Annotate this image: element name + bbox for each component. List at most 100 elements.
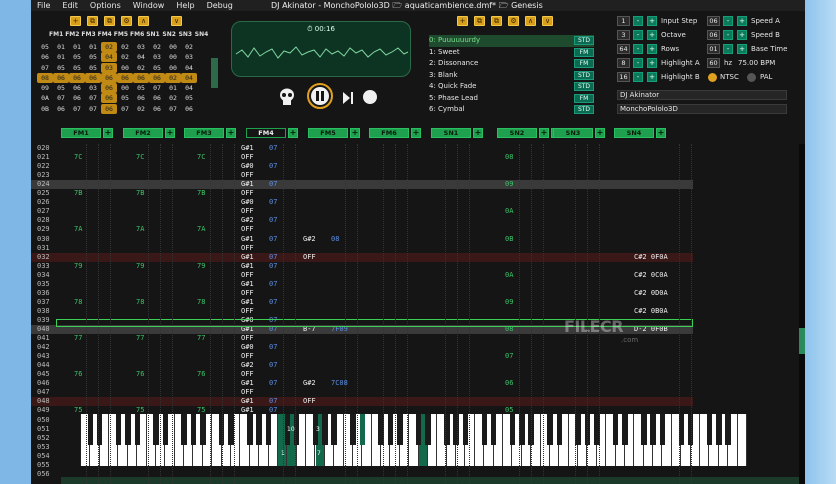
pattern-row[interactable]: 032 G#1 07 OFF C#2 0F0A: [31, 252, 693, 262]
channel-add-button[interactable]: +: [103, 128, 113, 138]
instrument-list[interactable]: 0: Puuuuuurdy STD 1: Sweet FM 2: Dissonance F…: [429, 35, 594, 116]
pattern-row[interactable]: 022 G#0 07: [31, 162, 693, 171]
fm4-note-cell[interactable]: G#1: [241, 262, 254, 271]
piano-black-key[interactable]: [153, 414, 159, 445]
fm5-note-cell[interactable]: G#2: [303, 379, 316, 388]
order-cell[interactable]: 05: [69, 52, 85, 62]
fm5-note-cell[interactable]: G#2: [303, 235, 316, 244]
pal-radio[interactable]: [747, 73, 756, 82]
piano-black-key[interactable]: [115, 414, 122, 445]
fm4-note-cell[interactable]: OFF: [241, 153, 254, 162]
piano-black-key[interactable]: [462, 414, 469, 445]
fm4-volume-cell[interactable]: 07: [269, 162, 277, 171]
order-cell[interactable]: 04: [101, 52, 117, 63]
sn4-cell[interactable]: C#2 0B0A: [634, 307, 668, 316]
instrument-item[interactable]: 3: Blank STD: [429, 70, 594, 82]
fm4-volume-cell[interactable]: 07: [269, 216, 277, 225]
fm-volume-cell[interactable]: 78: [136, 298, 144, 307]
pattern-row[interactable]: 026 G#0 07: [31, 198, 693, 207]
fm4-note-cell[interactable]: OFF: [241, 289, 254, 298]
sn2-volume-cell[interactable]: 09: [505, 180, 513, 189]
octave-minus[interactable]: -: [633, 30, 643, 40]
order-cell[interactable]: 09: [37, 83, 53, 93]
fm4-volume-cell[interactable]: 07: [269, 144, 277, 153]
pattern-row[interactable]: 031 OFF: [31, 244, 693, 253]
order-cell[interactable]: 01: [53, 52, 69, 62]
highlight-b-value[interactable]: 16: [617, 72, 630, 82]
fm4-volume-cell[interactable]: 07: [269, 298, 277, 307]
order-cell[interactable]: 05: [53, 83, 69, 93]
input-step-minus[interactable]: -: [633, 16, 643, 26]
rows-value[interactable]: 64: [617, 44, 630, 54]
fm4-note-cell[interactable]: G#1: [241, 397, 254, 406]
fm4-note-cell[interactable]: G#1: [241, 379, 254, 388]
speed-a-value[interactable]: 06: [707, 16, 720, 26]
fm-volume-cell[interactable]: 78: [197, 298, 205, 307]
piano-black-key[interactable]: [706, 414, 713, 445]
order-cell[interactable]: 06: [101, 72, 117, 83]
fm4-volume-cell[interactable]: 07: [269, 379, 277, 388]
fm4-note-cell[interactable]: OFF: [241, 271, 254, 280]
order-cell[interactable]: 06: [149, 93, 165, 103]
order-cell[interactable]: 06: [69, 72, 85, 83]
order-cell[interactable]: 06: [181, 104, 197, 114]
menu-help[interactable]: Help: [170, 0, 200, 11]
pattern-row[interactable]: 034 OFF 0A C#2 0C0A: [31, 271, 693, 280]
channel-add-button[interactable]: +: [288, 128, 298, 138]
fm4-volume-cell[interactable]: 07: [269, 262, 277, 271]
skull-icon[interactable]: [279, 88, 295, 106]
pattern-row[interactable]: 030 G#1 07 G#2 08 0B: [31, 235, 693, 244]
order-cell[interactable]: 06: [69, 93, 85, 103]
piano-black-key[interactable]: [331, 414, 337, 445]
fm4-note-cell[interactable]: G#2: [241, 216, 254, 225]
piano-black-key[interactable]: [481, 414, 488, 445]
fm-volume-cell[interactable]: 7C: [136, 153, 144, 162]
fm4-note-cell[interactable]: OFF: [241, 189, 254, 198]
piano-black-key[interactable]: [509, 414, 516, 445]
piano-black-key[interactable]: [556, 414, 563, 445]
piano-black-key[interactable]: [228, 414, 234, 445]
pattern-row[interactable]: 020 G#1 07: [31, 144, 693, 153]
fm4-note-cell[interactable]: G#1: [241, 180, 254, 189]
piano-black-key[interactable]: [612, 414, 619, 445]
fm-volume-cell[interactable]: 76: [74, 370, 82, 379]
fm-volume-cell[interactable]: 76: [197, 370, 205, 379]
fm-volume-cell[interactable]: 76: [136, 370, 144, 379]
order-cell[interactable]: 06: [53, 72, 69, 83]
highlight-a-minus[interactable]: -: [633, 58, 643, 68]
speed-b-value[interactable]: 06: [707, 30, 720, 40]
channel-header-fm2[interactable]: FM2: [123, 128, 163, 138]
pattern-row[interactable]: 037 78 78 78 G#1 07 09: [31, 298, 693, 307]
order-cell[interactable]: 05: [69, 63, 85, 73]
order-cell[interactable]: 07: [85, 104, 101, 114]
fm4-note-cell[interactable]: G#0: [241, 198, 254, 207]
menu-edit[interactable]: Edit: [56, 0, 84, 11]
order-cell[interactable]: 06: [117, 72, 133, 83]
sn2-volume-cell[interactable]: 0A: [505, 207, 513, 216]
menu-window[interactable]: Window: [127, 0, 171, 11]
pattern-row[interactable]: 035 G#1 07: [31, 280, 693, 289]
piano-black-key[interactable]: [415, 414, 422, 445]
channel-add-button[interactable]: +: [473, 128, 483, 138]
order-row[interactable]: 05 01 01 01 02 02 03 02 00 02: [37, 42, 237, 52]
input-step-value[interactable]: 1: [617, 16, 630, 26]
move-down-button[interactable]: ∨: [171, 16, 182, 26]
speed-a-plus[interactable]: +: [737, 16, 747, 26]
channel-add-button[interactable]: +: [165, 128, 175, 138]
highlight-b-minus[interactable]: -: [633, 72, 643, 82]
order-cell[interactable]: 05: [117, 93, 133, 103]
order-cell[interactable]: 04: [133, 52, 149, 62]
order-cell[interactable]: 06: [85, 72, 101, 83]
order-cell[interactable]: 07: [53, 93, 69, 103]
sn4-cell[interactable]: C#2 0F0A: [634, 253, 668, 262]
octave-value[interactable]: 3: [617, 30, 630, 40]
piano-black-key[interactable]: [322, 414, 328, 445]
pattern-row[interactable]: 038 OFF C#2 0B0A: [31, 307, 693, 316]
menu-debug[interactable]: Debug: [201, 0, 239, 11]
step-forward-button[interactable]: [341, 90, 355, 104]
order-cell[interactable]: 07: [85, 93, 101, 103]
fm4-note-cell[interactable]: OFF: [241, 370, 254, 379]
fm-volume-cell[interactable]: 77: [136, 334, 144, 343]
order-cell[interactable]: 01: [69, 42, 85, 52]
channel-header-fm3[interactable]: FM3: [184, 128, 224, 138]
